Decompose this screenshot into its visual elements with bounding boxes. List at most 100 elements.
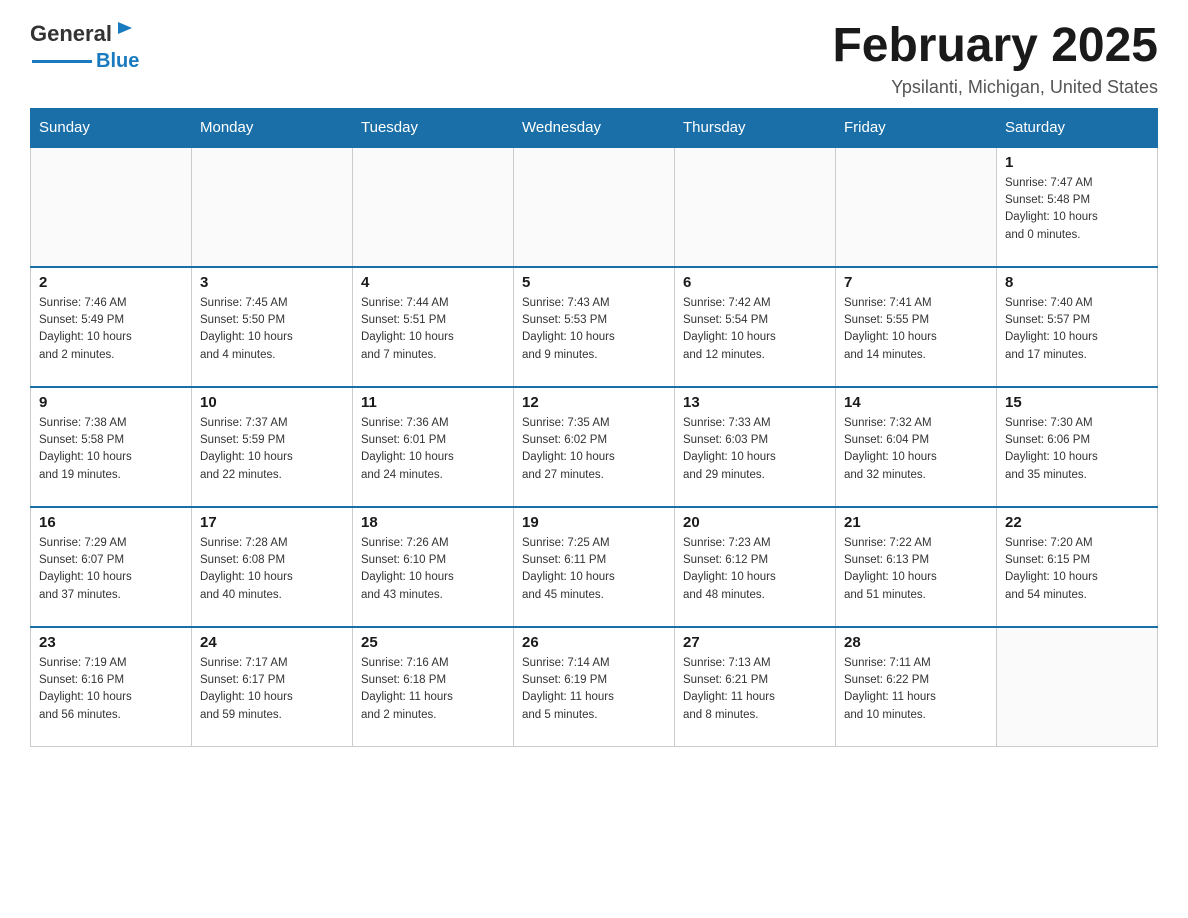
logo-underline-icon xyxy=(32,60,92,64)
day-number: 25 xyxy=(361,634,505,651)
calendar-cell: 23Sunrise: 7:19 AMSunset: 6:16 PMDayligh… xyxy=(31,627,192,747)
weekday-header-thursday: Thursday xyxy=(675,108,836,147)
day-number: 24 xyxy=(200,634,344,651)
calendar-cell: 25 Sunrise: 7:16 AMSunset: 6:18 PMDayligh… xyxy=(353,627,514,747)
calendar-cell: 1 Sunrise: 7:47 AMSunset: 5:48 PMDaylight… xyxy=(997,147,1158,267)
calendar-cell: 13 Sunrise: 7:33 AMSunset: 6:03 PMDayligh… xyxy=(675,387,836,507)
calendar-cell xyxy=(31,147,192,267)
calendar-cell: 15Sunrise: 7:30 AMSunset: 6:06 PMDayligh… xyxy=(997,387,1158,507)
day-info: Sunrise: 7:16 AMSunset: 6:18 PMDaylight:… xyxy=(361,655,505,724)
logo-wordmark: General xyxy=(30,20,136,48)
day-number: 13 xyxy=(683,394,827,411)
day-number: 2 xyxy=(39,274,183,291)
page-header: General Blue February 2025 Ypsilanti, Mi… xyxy=(30,20,1158,98)
day-number: 5 xyxy=(522,274,666,291)
calendar-cell: 7 Sunrise: 7:41 AMSunset: 5:55 PMDaylight… xyxy=(836,267,997,387)
day-info: Sunrise: 7:46 AMSunset: 5:49 PMDaylight:… xyxy=(39,295,183,364)
calendar-cell: 24 Sunrise: 7:17 AMSunset: 6:17 PMDayligh… xyxy=(192,627,353,747)
day-info: Sunrise: 7:19 AMSunset: 6:16 PMDaylight:… xyxy=(39,655,183,724)
calendar-cell: 5Sunrise: 7:43 AMSunset: 5:53 PMDaylight… xyxy=(514,267,675,387)
calendar-cell: 6Sunrise: 7:42 AMSunset: 5:54 PMDaylight… xyxy=(675,267,836,387)
day-info: Sunrise: 7:33 AMSunset: 6:03 PMDaylight:… xyxy=(683,415,827,484)
day-info: Sunrise: 7:30 AMSunset: 6:06 PMDaylight:… xyxy=(1005,415,1149,484)
day-number: 11 xyxy=(361,394,505,411)
calendar-week-5: 23Sunrise: 7:19 AMSunset: 6:16 PMDayligh… xyxy=(31,627,1158,747)
calendar-cell: 17 Sunrise: 7:28 AMSunset: 6:08 PMDayligh… xyxy=(192,507,353,627)
calendar-header: SundayMondayTuesdayWednesdayThursdayFrid… xyxy=(31,108,1158,147)
day-info: Sunrise: 7:45 AMSunset: 5:50 PMDaylight:… xyxy=(200,295,344,364)
calendar-cell: 10 Sunrise: 7:37 AMSunset: 5:59 PMDayligh… xyxy=(192,387,353,507)
title-section: February 2025 Ypsilanti, Michigan, Unite… xyxy=(832,20,1158,98)
day-number: 16 xyxy=(39,514,183,531)
day-number: 12 xyxy=(522,394,666,411)
calendar-cell: 14 Sunrise: 7:32 AMSunset: 6:04 PMDayligh… xyxy=(836,387,997,507)
day-info: Sunrise: 7:11 AMSunset: 6:22 PMDaylight:… xyxy=(844,655,988,724)
day-number: 9 xyxy=(39,394,183,411)
calendar-cell: 22Sunrise: 7:20 AMSunset: 6:15 PMDayligh… xyxy=(997,507,1158,627)
calendar-cell xyxy=(192,147,353,267)
calendar-cell: 8Sunrise: 7:40 AMSunset: 5:57 PMDaylight… xyxy=(997,267,1158,387)
calendar-cell xyxy=(997,627,1158,747)
day-number: 1 xyxy=(1005,154,1149,171)
logo-general-text: General xyxy=(30,21,112,47)
day-info: Sunrise: 7:32 AMSunset: 6:04 PMDaylight:… xyxy=(844,415,988,484)
day-number: 3 xyxy=(200,274,344,291)
calendar-cell: 27 Sunrise: 7:13 AMSunset: 6:21 PMDayligh… xyxy=(675,627,836,747)
day-info: Sunrise: 7:25 AMSunset: 6:11 PMDaylight:… xyxy=(522,535,666,604)
calendar-cell xyxy=(836,147,997,267)
day-info: Sunrise: 7:47 AMSunset: 5:48 PMDaylight:… xyxy=(1005,175,1149,244)
logo-blue-line: Blue xyxy=(32,50,139,73)
day-info: Sunrise: 7:22 AMSunset: 6:13 PMDaylight:… xyxy=(844,535,988,604)
calendar-body: 1 Sunrise: 7:47 AMSunset: 5:48 PMDaylight… xyxy=(31,147,1158,747)
calendar-table: SundayMondayTuesdayWednesdayThursdayFrid… xyxy=(30,108,1158,748)
day-info: Sunrise: 7:26 AMSunset: 6:10 PMDaylight:… xyxy=(361,535,505,604)
day-number: 4 xyxy=(361,274,505,291)
weekday-header-monday: Monday xyxy=(192,108,353,147)
day-number: 6 xyxy=(683,274,827,291)
day-info: Sunrise: 7:38 AMSunset: 5:58 PMDaylight:… xyxy=(39,415,183,484)
weekday-header-saturday: Saturday xyxy=(997,108,1158,147)
day-number: 10 xyxy=(200,394,344,411)
day-info: Sunrise: 7:13 AMSunset: 6:21 PMDaylight:… xyxy=(683,655,827,724)
day-info: Sunrise: 7:44 AMSunset: 5:51 PMDaylight:… xyxy=(361,295,505,364)
calendar-cell: 28Sunrise: 7:11 AMSunset: 6:22 PMDayligh… xyxy=(836,627,997,747)
logo: General Blue xyxy=(30,20,139,73)
day-info: Sunrise: 7:35 AMSunset: 6:02 PMDaylight:… xyxy=(522,415,666,484)
day-info: Sunrise: 7:41 AMSunset: 5:55 PMDaylight:… xyxy=(844,295,988,364)
day-info: Sunrise: 7:37 AMSunset: 5:59 PMDaylight:… xyxy=(200,415,344,484)
calendar-cell xyxy=(675,147,836,267)
day-number: 14 xyxy=(844,394,988,411)
day-number: 17 xyxy=(200,514,344,531)
calendar-subtitle: Ypsilanti, Michigan, United States xyxy=(832,77,1158,98)
calendar-cell: 16 Sunrise: 7:29 AMSunset: 6:07 PMDayligh… xyxy=(31,507,192,627)
day-number: 22 xyxy=(1005,514,1149,531)
weekday-header-friday: Friday xyxy=(836,108,997,147)
calendar-week-1: 1 Sunrise: 7:47 AMSunset: 5:48 PMDaylight… xyxy=(31,147,1158,267)
logo-flag-icon xyxy=(114,20,136,42)
calendar-cell: 2 Sunrise: 7:46 AMSunset: 5:49 PMDaylight… xyxy=(31,267,192,387)
day-number: 21 xyxy=(844,514,988,531)
weekday-header-sunday: Sunday xyxy=(31,108,192,147)
calendar-week-4: 16 Sunrise: 7:29 AMSunset: 6:07 PMDayligh… xyxy=(31,507,1158,627)
calendar-cell xyxy=(514,147,675,267)
logo-blue-text: Blue xyxy=(96,50,139,73)
calendar-cell: 3 Sunrise: 7:45 AMSunset: 5:50 PMDaylight… xyxy=(192,267,353,387)
day-info: Sunrise: 7:28 AMSunset: 6:08 PMDaylight:… xyxy=(200,535,344,604)
day-info: Sunrise: 7:23 AMSunset: 6:12 PMDaylight:… xyxy=(683,535,827,604)
calendar-week-3: 9 Sunrise: 7:38 AMSunset: 5:58 PMDaylight… xyxy=(31,387,1158,507)
weekday-header-tuesday: Tuesday xyxy=(353,108,514,147)
day-number: 27 xyxy=(683,634,827,651)
calendar-cell: 19Sunrise: 7:25 AMSunset: 6:11 PMDayligh… xyxy=(514,507,675,627)
day-info: Sunrise: 7:17 AMSunset: 6:17 PMDaylight:… xyxy=(200,655,344,724)
calendar-cell xyxy=(353,147,514,267)
day-number: 26 xyxy=(522,634,666,651)
day-number: 18 xyxy=(361,514,505,531)
calendar-cell: 4 Sunrise: 7:44 AMSunset: 5:51 PMDaylight… xyxy=(353,267,514,387)
calendar-cell: 21 Sunrise: 7:22 AMSunset: 6:13 PMDayligh… xyxy=(836,507,997,627)
calendar-week-2: 2 Sunrise: 7:46 AMSunset: 5:49 PMDaylight… xyxy=(31,267,1158,387)
day-info: Sunrise: 7:14 AMSunset: 6:19 PMDaylight:… xyxy=(522,655,666,724)
day-info: Sunrise: 7:29 AMSunset: 6:07 PMDaylight:… xyxy=(39,535,183,604)
weekday-row: SundayMondayTuesdayWednesdayThursdayFrid… xyxy=(31,108,1158,147)
day-number: 7 xyxy=(844,274,988,291)
calendar-cell: 18 Sunrise: 7:26 AMSunset: 6:10 PMDayligh… xyxy=(353,507,514,627)
